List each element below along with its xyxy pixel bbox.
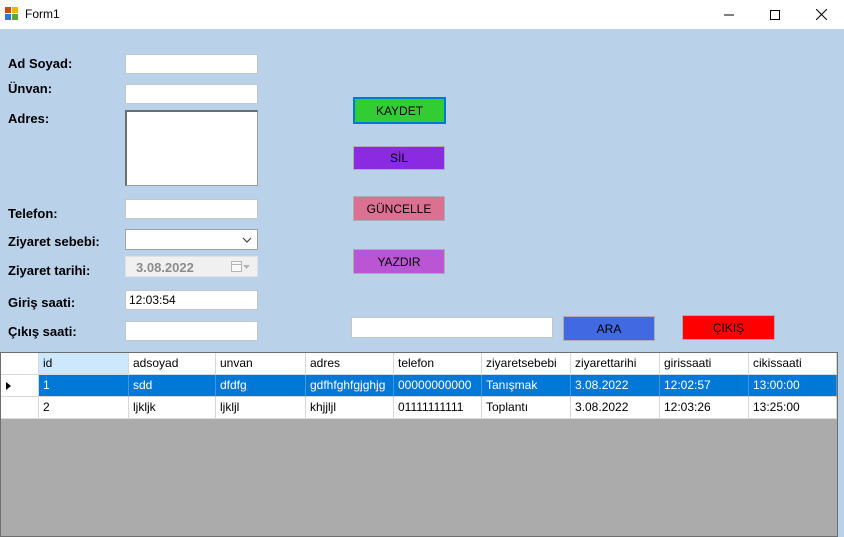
- table-cell[interactable]: khjjljl: [306, 397, 394, 419]
- label-telefon: Telefon:: [8, 206, 58, 221]
- table-cell[interactable]: 13:00:00: [749, 375, 837, 397]
- telefon-input[interactable]: [125, 199, 258, 219]
- close-button[interactable]: [798, 0, 844, 29]
- maximize-icon: [770, 9, 780, 20]
- column-header-adres[interactable]: adres: [306, 353, 394, 375]
- grid-header-row: id adsoyad unvan adres telefon ziyaretse…: [1, 353, 837, 375]
- adres-textarea[interactable]: [125, 110, 258, 186]
- column-header-ziyaretsebebi[interactable]: ziyaretsebebi: [482, 353, 571, 375]
- kaydet-button[interactable]: KAYDET: [353, 97, 446, 124]
- column-header-telefon[interactable]: telefon: [394, 353, 482, 375]
- yazdir-button[interactable]: YAZDIR: [353, 249, 445, 274]
- row-header[interactable]: [1, 397, 39, 419]
- table-cell[interactable]: 00000000000: [394, 375, 482, 397]
- label-unvan: Ünvan:: [8, 81, 53, 96]
- column-header-cikissaati[interactable]: cikissaati: [749, 353, 837, 375]
- app-icon[interactable]: [5, 7, 19, 21]
- label-ziyaret-tarihi: Ziyaret tarihi:: [8, 263, 91, 278]
- label-ad-soyad: Ad Soyad:: [8, 56, 73, 71]
- triangle-right-icon: [6, 382, 11, 390]
- row-header[interactable]: [1, 375, 39, 397]
- table-cell[interactable]: 01111111111: [394, 397, 482, 419]
- label-adres: Adres:: [8, 111, 50, 126]
- column-header-ziyarettarihi[interactable]: ziyarettarihi: [571, 353, 660, 375]
- table-cell[interactable]: 1: [39, 375, 129, 397]
- label-cikis-saati: Çıkış saati:: [8, 324, 77, 339]
- giris-saati-input[interactable]: 12:03:54: [125, 290, 258, 310]
- ziyaret-tarihi-datepicker[interactable]: 3.08.2022: [125, 256, 258, 277]
- cikis-saati-input[interactable]: [125, 321, 258, 341]
- ara-button[interactable]: ARA: [563, 316, 655, 341]
- guncelle-button[interactable]: GÜNCELLE: [353, 196, 445, 221]
- column-header-adsoyad[interactable]: adsoyad: [129, 353, 216, 375]
- ziyaret-sebebi-combobox[interactable]: [125, 229, 258, 250]
- table-cell[interactable]: 12:02:57: [660, 375, 749, 397]
- ziyaret-tarihi-value: 3.08.2022: [136, 260, 194, 275]
- table-cell[interactable]: gdfhfghfgjghjg: [306, 375, 394, 397]
- table-cell[interactable]: 2: [39, 397, 129, 419]
- minimize-button[interactable]: [706, 0, 752, 29]
- column-header-unvan[interactable]: unvan: [216, 353, 306, 375]
- table-cell[interactable]: ljkljl: [216, 397, 306, 419]
- table-cell[interactable]: 3.08.2022: [571, 397, 660, 419]
- grid-corner[interactable]: [1, 353, 39, 375]
- table-row[interactable]: 2 ljkljk ljkljl khjjljl 01111111111 Topl…: [1, 397, 837, 419]
- table-cell[interactable]: 3.08.2022: [571, 375, 660, 397]
- unvan-input[interactable]: [125, 84, 258, 104]
- label-giris-saati: Giriş saati:: [8, 295, 76, 310]
- table-cell[interactable]: dfdfg: [216, 375, 306, 397]
- table-cell[interactable]: sdd: [129, 375, 216, 397]
- table-cell[interactable]: 12:03:26: [660, 397, 749, 419]
- label-ziyaret-sebebi: Ziyaret sebebi:: [8, 234, 100, 249]
- table-cell[interactable]: ljkljk: [129, 397, 216, 419]
- sil-button[interactable]: SİL: [353, 146, 445, 170]
- table-cell[interactable]: 13:25:00: [749, 397, 837, 419]
- form-client-area: Ad Soyad: Ünvan: Adres: Telefon: Ziyaret…: [0, 29, 844, 537]
- search-input[interactable]: [351, 317, 553, 338]
- title-bar: Form1: [0, 0, 844, 29]
- chevron-down-icon[interactable]: [241, 234, 253, 246]
- cikis-button[interactable]: ÇIKIŞ: [682, 315, 775, 340]
- table-cell[interactable]: Tanışmak: [482, 375, 571, 397]
- minimize-icon: [724, 14, 734, 15]
- maximize-button[interactable]: [752, 0, 798, 29]
- calendar-icon[interactable]: [231, 261, 251, 273]
- close-icon: [815, 9, 827, 20]
- data-grid[interactable]: id adsoyad unvan adres telefon ziyaretse…: [0, 352, 838, 537]
- column-header-id[interactable]: id: [39, 353, 129, 375]
- ad-soyad-input[interactable]: [125, 54, 258, 74]
- window-title: Form1: [25, 7, 60, 21]
- table-cell[interactable]: Toplantı: [482, 397, 571, 419]
- column-header-girissaati[interactable]: girissaati: [660, 353, 749, 375]
- table-row[interactable]: 1 sdd dfdfg gdfhfghfgjghjg 00000000000 T…: [1, 375, 837, 397]
